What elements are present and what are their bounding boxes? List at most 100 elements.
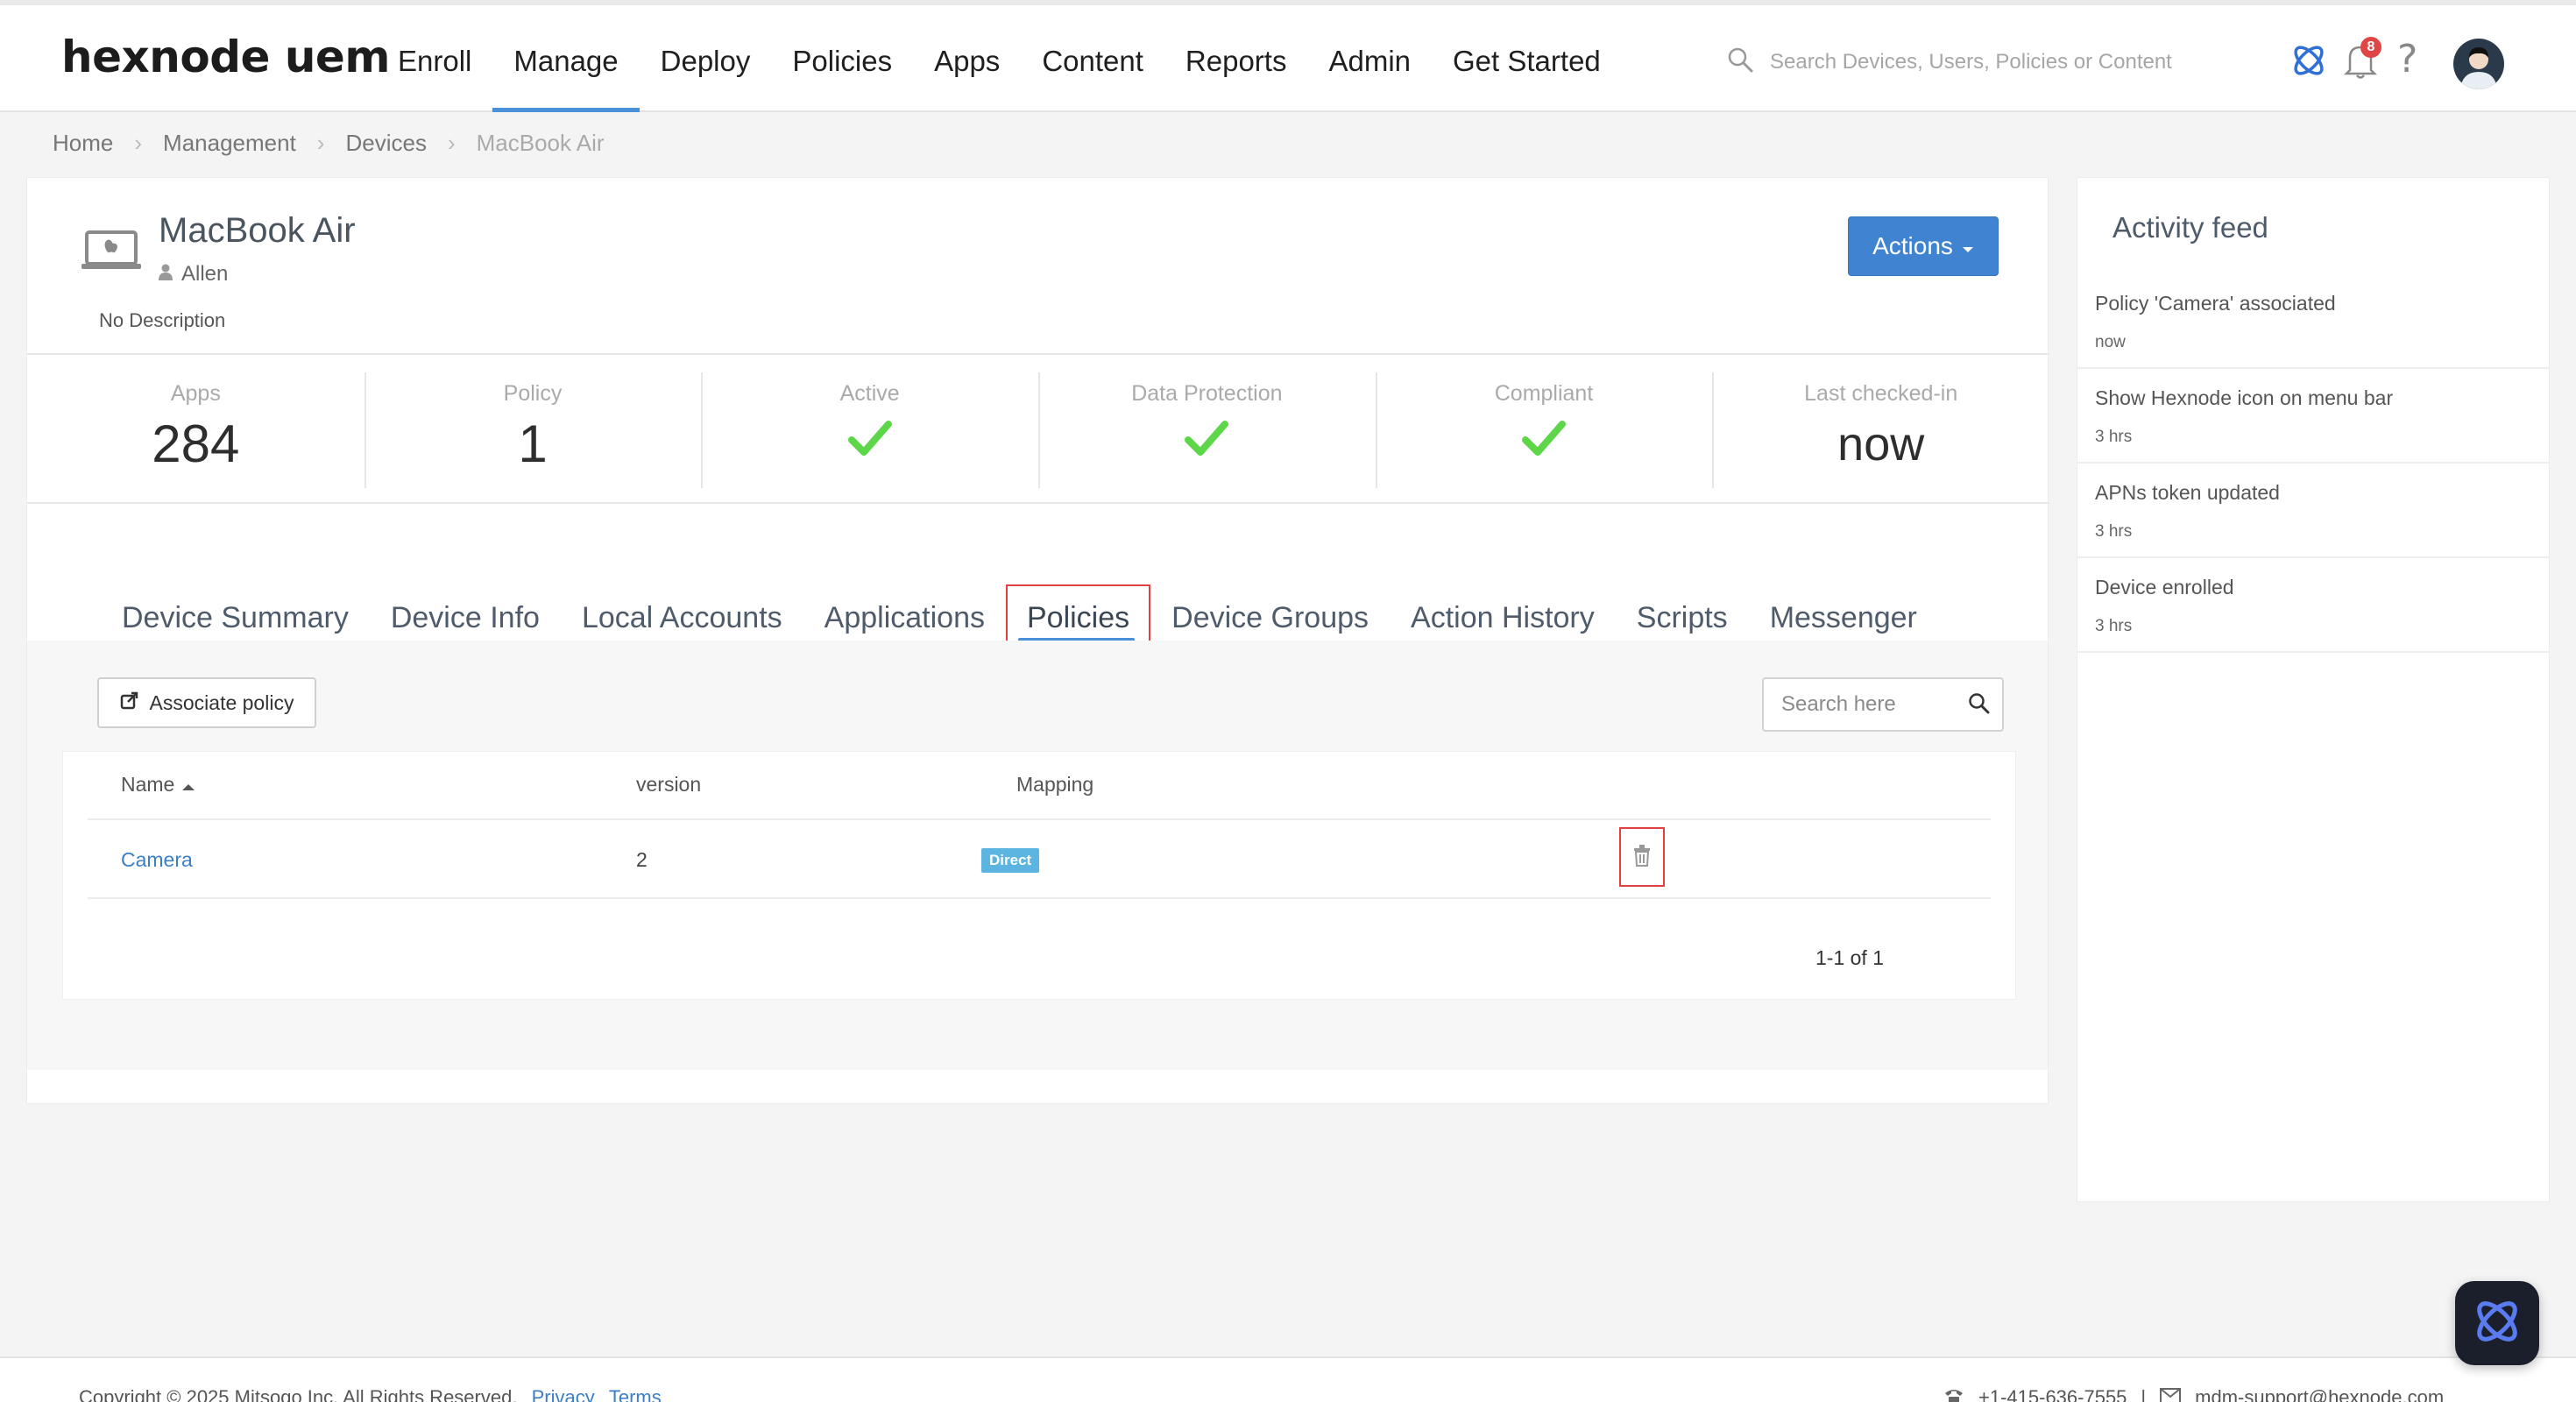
nav-policies[interactable]: Policies [771,5,913,110]
stat-policy-label: Policy [503,381,563,406]
breadcrumb: Home › Management › Devices › MacBook Ai… [53,130,605,157]
column-name-label: Name [121,773,175,796]
mail-icon [2160,1386,2182,1402]
column-version[interactable]: version [636,773,701,797]
search-icon[interactable] [1726,46,1754,78]
column-name[interactable]: Name [121,773,195,797]
activity-text: Device enrolled [2095,576,2234,598]
nav-content[interactable]: Content [1021,5,1164,110]
stat-policy[interactable]: Policy 1 [364,355,702,502]
breadcrumb-home[interactable]: Home [53,130,113,157]
device-description: No Description [99,309,226,331]
hexnode-logo[interactable]: hexnode uem [61,32,390,82]
mapping-badge: Direct [981,848,1040,873]
nav-reports[interactable]: Reports [1164,5,1308,110]
footer-contact: +1-415-636-7555 | mdm-support@hexnode.co… [1943,1386,2444,1402]
activity-text: APNs token updated [2095,481,2280,504]
column-mapping[interactable]: Mapping [1016,773,1093,797]
top-header: hexnode uem Enroll Manage Deploy Policie… [0,5,2576,112]
trash-icon [1631,843,1652,872]
stat-compliant-label: Compliant [1494,381,1594,406]
privacy-link[interactable]: Privacy [532,1386,595,1402]
tab-label: Action History [1411,601,1595,634]
policy-version: 2 [636,848,648,871]
nav-manage[interactable]: Manage [492,5,640,112]
support-email[interactable]: mdm-support@hexnode.com [2195,1386,2444,1402]
tab-label: Scripts [1636,601,1728,634]
table-header: Name version Mapping [88,752,1991,820]
hexnode-icon[interactable] [2289,40,2329,85]
check-icon [701,417,1038,478]
global-search [1726,46,2226,78]
stat-data-protection: Data Protection [1038,355,1376,502]
phone-number[interactable]: +1-415-636-7555 [1978,1386,2127,1402]
tab-label: Messenger [1769,601,1917,634]
stat-apps[interactable]: Apps 284 [27,355,364,502]
bell-icon[interactable]: 8 [2341,37,2381,85]
activity-time: now [2095,333,2126,351]
associate-policy-button[interactable]: Associate policy [97,677,316,728]
stat-active: Active [701,355,1038,502]
activity-feed-title: Activity feed [2112,211,2268,244]
activity-feed: Activity feed Policy 'Camera' associated… [2077,177,2550,1202]
list-item: APNs token updated 3 hrs [2077,464,2549,558]
main-nav: Enroll Manage Deploy Policies Apps Conte… [377,5,1622,112]
policy-name-link[interactable]: Camera [121,848,193,872]
tab-label: Applications [824,601,985,634]
actions-button[interactable]: Actions [1848,216,1999,276]
list-item: Policy 'Camera' associated now [2077,274,2549,369]
breadcrumb-management[interactable]: Management [163,130,296,157]
nav-get-started[interactable]: Get Started [1432,5,1622,110]
policy-search [1762,677,2004,732]
avatar[interactable] [2453,39,2504,89]
policies-table: Name version Mapping Camera 2 Direct 1-1… [62,751,2016,1000]
page-footer: Copyright © 2025 Mitsogo Inc. All Rights… [0,1356,2576,1402]
global-search-input[interactable] [1770,49,2226,74]
hexnode-chat-icon [2469,1293,2525,1354]
terms-link[interactable]: Terms [609,1386,662,1402]
device-user-name[interactable]: Allen [181,262,228,287]
chat-launcher-button[interactable] [2455,1281,2539,1365]
nav-enroll[interactable]: Enroll [377,5,492,110]
device-stats: Apps 284 Policy 1 Active Data Protection… [27,353,2049,504]
search-icon[interactable] [1967,691,1990,719]
delete-policy-button[interactable] [1619,827,1665,887]
caret-down-icon [1962,232,1974,260]
activity-feed-list: Policy 'Camera' associated now Show Hexn… [2077,274,2549,653]
activity-text: Policy 'Camera' associated [2095,292,2336,315]
stat-compliant: Compliant [1375,355,1713,502]
device-detail-panel: MacBook Air Allen No Description Actions… [26,177,2049,1104]
nav-apps[interactable]: Apps [913,5,1021,110]
stat-last-checked-in: Last checked-in now [1712,355,2049,502]
chevron-right-icon: › [316,130,325,156]
stat-policy-value: 1 [518,414,548,473]
sort-asc-icon [181,773,195,797]
tab-label: Local Accounts [581,601,782,634]
tab-label: Device Summary [122,601,349,634]
copyright-text: Copyright © 2025 Mitsogo Inc. All Rights… [79,1386,518,1402]
activity-text: Show Hexnode icon on menu bar [2095,386,2394,409]
device-name: MacBook Air [159,211,356,250]
stat-last-checked-label: Last checked-in [1804,381,1958,406]
nav-deploy[interactable]: Deploy [640,5,772,110]
footer-separator: | [2141,1386,2147,1402]
stat-apps-value: 284 [152,414,240,473]
notification-badge: 8 [2360,37,2381,58]
policy-search-input[interactable] [1764,692,1957,717]
breadcrumb-devices[interactable]: Devices [345,130,426,157]
stat-last-checked-value: now [1837,418,1925,471]
help-icon[interactable]: ? [2397,37,2417,81]
user-icon [159,262,173,287]
tab-label: Device Info [390,601,540,634]
nav-admin[interactable]: Admin [1307,5,1432,110]
chevron-right-icon: › [134,130,143,156]
activity-time: 3 hrs [2095,428,2133,446]
actions-label: Actions [1872,232,1953,259]
activity-time: 3 hrs [2095,522,2133,541]
laptop-icon [80,229,143,277]
breadcrumb-current: MacBook Air [476,130,605,156]
share-icon [120,690,139,715]
stat-data-protection-label: Data Protection [1131,381,1283,406]
activity-time: 3 hrs [2095,617,2133,635]
stat-apps-label: Apps [170,381,221,406]
